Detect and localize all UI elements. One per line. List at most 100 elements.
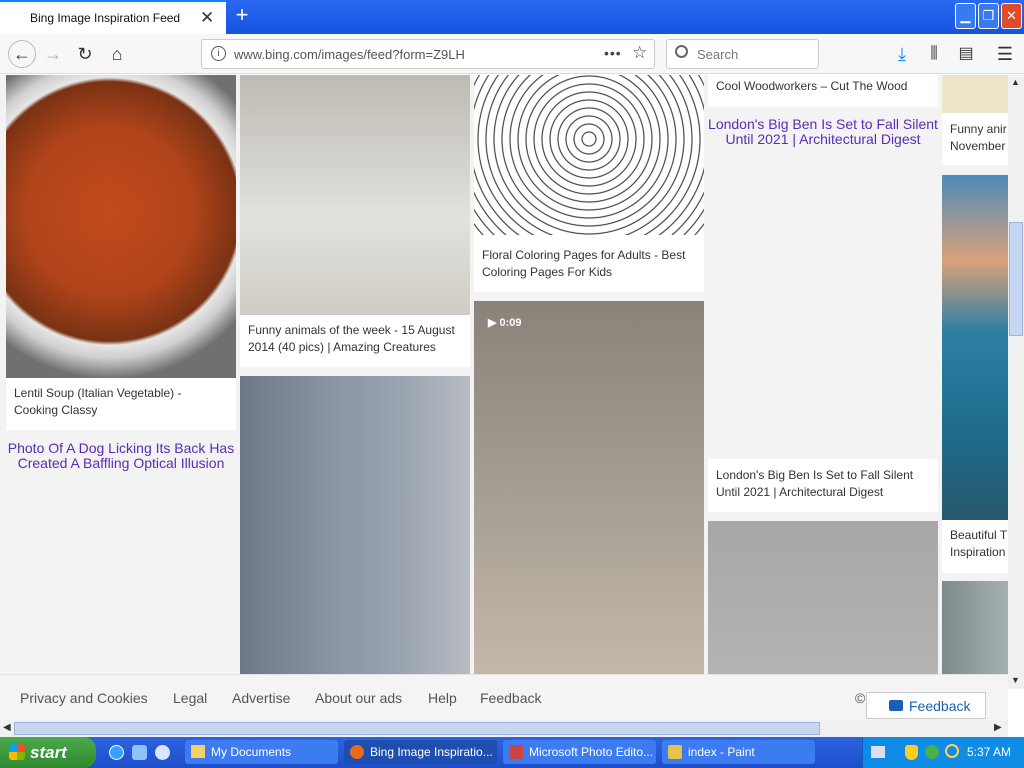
feed-card[interactable]: Funny animals of the week - 15 August 20… bbox=[240, 75, 470, 367]
paint-icon bbox=[668, 745, 682, 759]
search-placeholder: Search bbox=[697, 47, 739, 62]
feed-card[interactable]: ▶ 0:09 bbox=[474, 301, 704, 674]
page-actions-icon[interactable]: ••• bbox=[604, 45, 622, 61]
windows-logo-icon bbox=[9, 744, 25, 760]
ie-icon[interactable] bbox=[109, 745, 124, 760]
keyboard-icon[interactable] bbox=[871, 746, 885, 758]
vertical-scrollbar[interactable]: ▲ ▼ bbox=[1008, 75, 1024, 689]
feed-image[interactable] bbox=[942, 75, 1008, 113]
taskbar-item-label: Bing Image Inspiratio... bbox=[370, 745, 493, 759]
feed-image[interactable] bbox=[942, 581, 1008, 674]
copyright-text: © bbox=[855, 690, 866, 706]
search-box[interactable]: Search bbox=[666, 39, 819, 69]
card-caption[interactable]: Beautiful T Inspiration bbox=[950, 527, 1008, 561]
system-tray: 5:37 AM bbox=[862, 737, 1024, 768]
menu-icon[interactable]: ☰ bbox=[993, 42, 1017, 66]
clock: 5:37 AM bbox=[967, 745, 1012, 759]
feed-card[interactable]: Cool Woodworkers – Cut The Wood bbox=[708, 75, 938, 107]
taskbar-item-my-documents[interactable]: My Documents bbox=[185, 740, 338, 764]
taskbar: start My Documents Bing Image Inspiratio… bbox=[0, 737, 1024, 768]
close-tab-icon[interactable]: ✕ bbox=[200, 8, 214, 28]
media-player-icon[interactable] bbox=[155, 745, 170, 760]
guitar-image[interactable] bbox=[240, 376, 470, 674]
footer-link-privacy[interactable]: Privacy and Cookies bbox=[20, 690, 148, 706]
search-icon bbox=[675, 45, 688, 58]
video-duration: ▶ 0:09 bbox=[488, 317, 522, 329]
card-caption[interactable]: Funny anir November bbox=[950, 121, 1008, 155]
back-arrow-icon[interactable]: ← bbox=[8, 40, 36, 68]
horizontal-scroll-thumb[interactable] bbox=[14, 722, 820, 735]
navigation-bar: ← → ↻ ⌂ i www.bing.com/images/feed?form=… bbox=[0, 34, 1024, 74]
restore-icon[interactable]: ❐ bbox=[978, 3, 999, 29]
feed-card[interactable] bbox=[708, 521, 938, 674]
taskbar-item-paint[interactable]: index - Paint bbox=[662, 740, 815, 764]
close-window-icon[interactable]: ✕ bbox=[1001, 3, 1022, 29]
feedback-button-label: Feedback bbox=[909, 698, 971, 714]
scroll-left-icon[interactable]: ◀ bbox=[3, 722, 11, 733]
scroll-right-icon[interactable]: ▶ bbox=[994, 722, 1002, 733]
minimize-icon[interactable]: ▁ bbox=[955, 3, 976, 29]
browser-tab[interactable]: Bing Image Inspiration Feed ✕ bbox=[0, 0, 226, 34]
taskbar-item-photo-editor[interactable]: Microsoft Photo Edito... bbox=[503, 740, 656, 764]
url-bar[interactable]: i www.bing.com/images/feed?form=Z9LH •••… bbox=[201, 39, 655, 69]
taskbar-item-label: index - Paint bbox=[688, 745, 755, 759]
start-button[interactable]: start bbox=[0, 737, 96, 768]
image-feed: Lentil Soup (Italian Vegetable) - Cookin… bbox=[0, 75, 1008, 674]
forward-arrow-icon[interactable]: → bbox=[41, 42, 65, 66]
taskbar-item-browser[interactable]: Bing Image Inspiratio... bbox=[344, 740, 497, 764]
feed-card[interactable]: Funny anir November bbox=[942, 75, 1008, 165]
card-caption[interactable]: Cool Woodworkers – Cut The Wood bbox=[716, 78, 930, 95]
tray-search-icon[interactable] bbox=[945, 744, 959, 758]
scroll-down-icon[interactable]: ▼ bbox=[1011, 675, 1020, 685]
feed-card[interactable]: Beautiful T Inspiration bbox=[942, 175, 1008, 573]
tab-title: Bing Image Inspiration Feed bbox=[30, 11, 181, 25]
footer-link-advertise[interactable]: Advertise bbox=[232, 690, 290, 706]
feed-card[interactable] bbox=[240, 376, 470, 674]
footer-link-help[interactable]: Help bbox=[428, 690, 457, 706]
card-caption[interactable]: Lentil Soup (Italian Vegetable) - Cookin… bbox=[14, 385, 228, 419]
download-icon[interactable]: ⤓ bbox=[890, 42, 914, 66]
feedback-chat-icon bbox=[889, 700, 903, 711]
vertical-scroll-thumb[interactable] bbox=[1009, 222, 1023, 336]
machine-video-image[interactable] bbox=[474, 301, 704, 674]
library-icon[interactable]: ⫼ bbox=[922, 42, 946, 66]
footer-link-legal[interactable]: Legal bbox=[173, 690, 207, 706]
feed-link[interactable]: Photo Of A Dog Licking Its Back Has Crea… bbox=[6, 441, 236, 471]
sidebar-icon[interactable]: ▤ bbox=[954, 42, 978, 66]
feed-card[interactable]: Lentil Soup (Italian Vegetable) - Cookin… bbox=[6, 75, 236, 430]
home-icon[interactable]: ⌂ bbox=[105, 42, 129, 66]
scroll-up-icon[interactable]: ▲ bbox=[1011, 77, 1020, 87]
page-footer: Privacy and Cookies Legal Advertise Abou… bbox=[0, 674, 1008, 720]
card-caption[interactable]: Floral Coloring Pages for Adults - Best … bbox=[482, 247, 696, 281]
card-caption[interactable]: London's Big Ben Is Set to Fall Silent U… bbox=[716, 467, 930, 501]
info-icon[interactable]: i bbox=[211, 46, 226, 61]
feed-link[interactable]: London's Big Ben Is Set to Fall Silent U… bbox=[708, 117, 938, 147]
url-text: www.bing.com/images/feed?form=Z9LH bbox=[234, 47, 465, 62]
start-label: start bbox=[30, 743, 67, 762]
card-caption[interactable]: Funny animals of the week - 15 August 20… bbox=[248, 322, 462, 356]
feed-card[interactable]: London's Big Ben Is Set to Fall Silent U… bbox=[708, 459, 938, 512]
floral-coloring-image[interactable] bbox=[474, 75, 704, 235]
ocean-image[interactable] bbox=[942, 175, 1008, 520]
footer-link-feedback[interactable]: Feedback bbox=[480, 690, 541, 706]
reload-icon[interactable]: ↻ bbox=[73, 42, 97, 66]
taskbar-item-label: Microsoft Photo Edito... bbox=[529, 745, 654, 759]
footer-link-about-ads[interactable]: About our ads bbox=[315, 690, 402, 706]
feedback-button[interactable]: Feedback bbox=[866, 692, 986, 719]
bookmark-star-icon[interactable]: ☆ bbox=[632, 43, 647, 63]
quicklaunch-icon[interactable] bbox=[132, 745, 147, 760]
title-bar: Bing Image Inspiration Feed ✕ + ▁ ❐ ✕ bbox=[0, 0, 1024, 34]
network-icon[interactable] bbox=[925, 745, 939, 759]
guitar-headstock-image[interactable] bbox=[708, 521, 938, 674]
feed-card[interactable]: Floral Coloring Pages for Adults - Best … bbox=[474, 75, 704, 292]
bunny-image[interactable] bbox=[240, 75, 470, 315]
browser-window: Bing Image Inspiration Feed ✕ + ▁ ❐ ✕ ← … bbox=[0, 0, 1024, 768]
security-shield-icon[interactable] bbox=[905, 745, 918, 760]
firefox-icon bbox=[350, 745, 364, 759]
soup-image[interactable] bbox=[6, 75, 236, 378]
folder-icon bbox=[191, 745, 205, 758]
taskbar-item-label: My Documents bbox=[211, 745, 292, 759]
feed-card[interactable] bbox=[942, 581, 1008, 674]
new-tab-button[interactable]: + bbox=[230, 3, 254, 29]
photo-editor-icon bbox=[509, 745, 523, 759]
